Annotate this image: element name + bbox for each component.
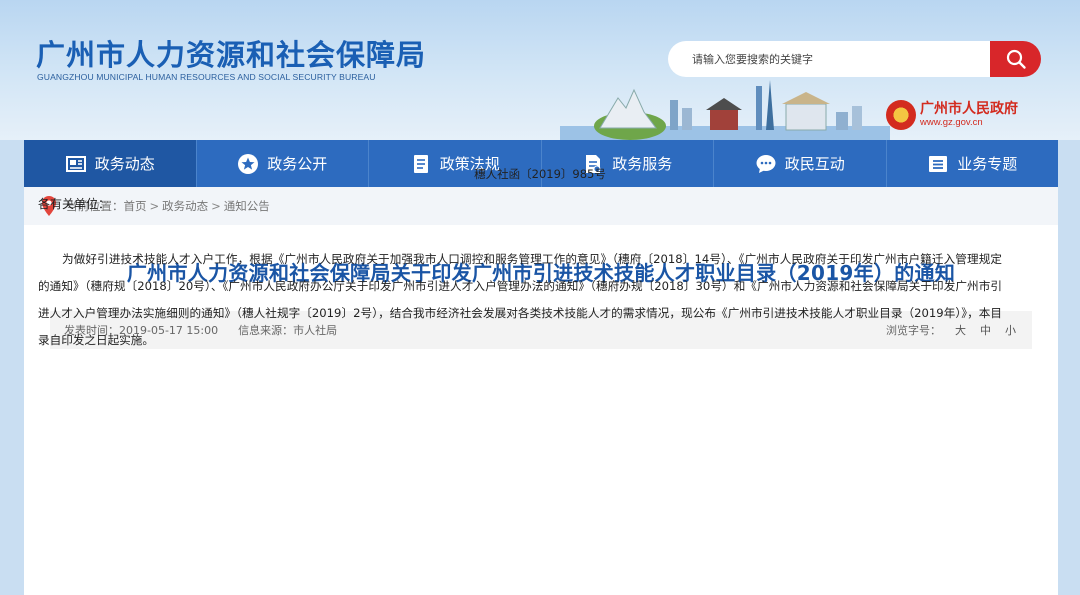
gz-government-logo[interactable]: 广州市人民政府 www.gz.gov.cn	[886, 98, 1036, 132]
document-number: 穗人社函〔2019〕985号	[474, 167, 606, 181]
site-header: 广州市人力资源和社会保障局 GUANGZHOU MUNICIPAL HUMAN …	[0, 0, 1080, 140]
site-subtitle: GUANGZHOU MUNICIPAL HUMAN RESOURCES AND …	[37, 72, 376, 82]
search-box	[668, 41, 990, 77]
breadcrumb-separator: >	[149, 199, 160, 213]
gov-name: 广州市人民政府	[920, 101, 1018, 117]
breadcrumb-separator: >	[211, 199, 221, 213]
government-emblem-icon	[886, 100, 916, 130]
breadcrumb-notices[interactable]: 通知公告	[224, 198, 270, 214]
breadcrumb-home[interactable]: 首页	[124, 198, 147, 214]
font-size-small[interactable]: 小	[1005, 322, 1016, 338]
search-icon	[1006, 49, 1026, 69]
search-input[interactable]	[692, 44, 972, 74]
city-skyline-image	[560, 80, 890, 140]
salutation: 各有关单位：	[38, 197, 111, 211]
article-paragraph: 为做好引进技术技能人才入户工作，根据《广州市人民政府关于加强我市人口调控和服务管…	[38, 252, 1002, 347]
breadcrumb-news[interactable]: 政务动态	[162, 198, 208, 214]
breadcrumb: 当前位置： 首页 > 政务动态 > 通知公告	[24, 187, 1058, 225]
gov-url: www.gz.gov.cn	[920, 117, 983, 128]
search-button[interactable]	[990, 41, 1041, 77]
site-title[interactable]: 广州市人力资源和社会保障局	[36, 32, 426, 74]
